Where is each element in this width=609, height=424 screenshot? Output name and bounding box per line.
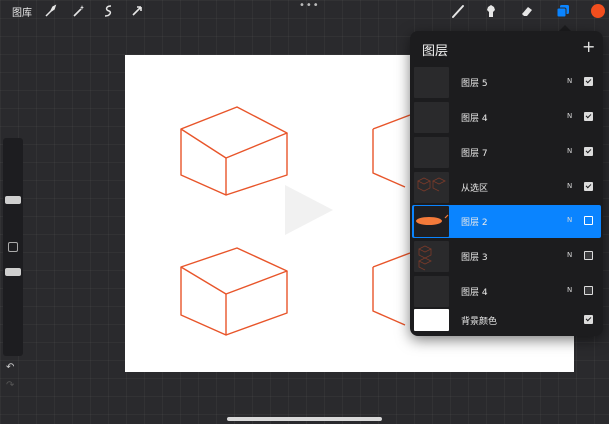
layer-thumbnail [414, 241, 449, 272]
top-toolbar: 图库 ••• [0, 0, 609, 22]
undo-icon[interactable]: ↶ [6, 362, 14, 373]
blend-mode-button[interactable]: N [567, 77, 572, 85]
blend-mode-button[interactable]: N [567, 286, 572, 294]
blend-mode-button[interactable]: N [567, 251, 572, 259]
layer-row[interactable]: 图层 3 N [412, 240, 601, 273]
blend-mode-button[interactable]: N [567, 216, 572, 224]
color-picker-icon[interactable] [591, 4, 605, 18]
layer-row-selected[interactable]: 图层 2 N [412, 205, 601, 238]
layer-row[interactable]: 图层 5 N [412, 66, 601, 99]
layer-row[interactable]: 从选区 N [412, 171, 601, 204]
blend-mode-button[interactable]: N [567, 147, 572, 155]
layer-name: 图层 4 [461, 114, 488, 124]
layer-name: 图层 2 [461, 218, 488, 228]
modify-button[interactable] [8, 242, 18, 252]
layer-visibility-checkbox[interactable] [584, 251, 593, 260]
layer-thumbnail [414, 276, 449, 307]
add-layer-button[interactable]: + [582, 37, 595, 56]
layer-row[interactable]: 图层 4 N [412, 101, 601, 134]
layers-icon[interactable] [555, 3, 571, 19]
blend-mode-button[interactable]: N [567, 112, 572, 120]
layers-panel: 图层 + 图层 5 N 图层 4 N 图层 7 N 从选区 N 图层 2 N 图… [410, 31, 603, 336]
layer-visibility-checkbox[interactable] [584, 112, 593, 121]
gallery-button[interactable]: 图库 [12, 4, 32, 19]
background-color-row[interactable]: 背景颜色 [412, 304, 601, 337]
layer-row[interactable]: 图层 7 N [412, 136, 601, 169]
background-color-swatch[interactable] [414, 309, 449, 331]
layer-visibility-checkbox[interactable] [584, 286, 593, 295]
layer-visibility-checkbox[interactable] [584, 147, 593, 156]
layer-thumbnail [414, 67, 449, 98]
transform-arrow-icon[interactable] [129, 3, 145, 19]
layer-name: 图层 7 [461, 149, 488, 159]
left-sidebar [3, 138, 23, 356]
layer-thumbnail [414, 206, 449, 237]
layer-name: 图层 4 [461, 288, 488, 298]
home-indicator[interactable] [227, 417, 382, 421]
smudge-icon[interactable] [483, 3, 499, 19]
eraser-icon[interactable] [519, 3, 535, 19]
layer-name: 图层 3 [461, 253, 488, 263]
layer-thumbnail [414, 172, 449, 203]
layer-name: 背景颜色 [461, 317, 498, 327]
layer-thumbnail [414, 102, 449, 133]
brush-size-slider[interactable] [5, 196, 21, 204]
magic-wand-icon[interactable] [70, 3, 86, 19]
wrench-icon[interactable] [42, 3, 58, 19]
layer-visibility-checkbox[interactable] [584, 182, 593, 191]
menu-dots[interactable]: ••• [299, 0, 320, 11]
blend-mode-button[interactable]: N [567, 182, 572, 190]
selection-icon[interactable] [100, 3, 116, 19]
redo-icon[interactable]: ↷ [6, 380, 14, 391]
brush-icon[interactable] [450, 3, 466, 19]
layer-thumbnail [414, 137, 449, 168]
layer-visibility-checkbox[interactable] [584, 77, 593, 86]
play-overlay-icon [285, 185, 333, 235]
layer-visibility-checkbox[interactable] [584, 315, 593, 324]
layers-panel-title: 图层 [422, 44, 449, 59]
opacity-slider[interactable] [5, 268, 21, 276]
layer-visibility-checkbox[interactable] [584, 216, 593, 225]
layer-name: 图层 5 [461, 79, 488, 89]
layer-name: 从选区 [461, 184, 489, 194]
